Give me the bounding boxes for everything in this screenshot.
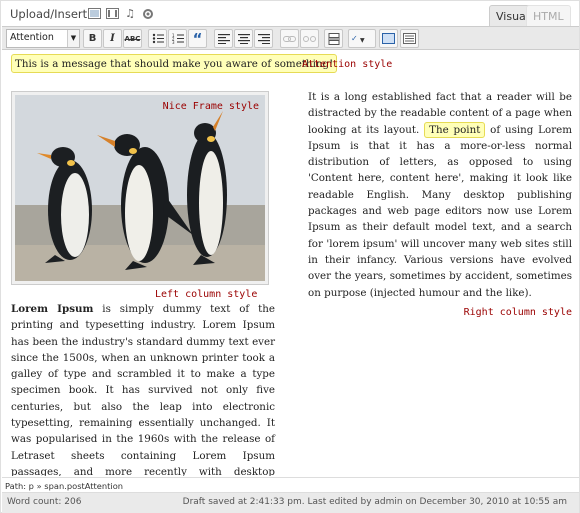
unlink-icon — [303, 35, 316, 42]
media-buttons: ♫ — [87, 7, 155, 20]
media-icon[interactable] — [141, 7, 155, 20]
editor-toolbar: Attention ▼ B I ABC 123 “ ✓ ▼ — [2, 26, 579, 50]
left-column-lead: Lorem Ipsum — [11, 303, 94, 315]
kitchen-sink-icon — [403, 33, 416, 44]
status-bar: Word count: 206 Draft saved at 2:41:33 p… — [2, 492, 579, 513]
editor-content[interactable]: This is a message that should make you a… — [2, 51, 579, 476]
left-column: Lorem Ipsum is simply dummy text of the … — [11, 301, 275, 476]
word-count: Word count: 206 — [7, 497, 82, 507]
nice-frame: Nice Frame style — [11, 91, 269, 285]
upload-insert-label: Upload/Insert — [10, 7, 88, 21]
bullet-list-button[interactable] — [148, 29, 167, 48]
insert-link-button[interactable] — [280, 29, 299, 48]
fullscreen-button[interactable] — [379, 29, 398, 48]
video-icon[interactable] — [105, 7, 119, 20]
italic-button[interactable]: I — [103, 29, 122, 48]
right-column-style-label: Right column style — [463, 306, 572, 318]
style-select[interactable]: Attention ▼ — [6, 29, 80, 48]
media-bar: Upload/Insert ♫ Visual HTML — [1, 1, 579, 26]
bullet-list-icon — [152, 33, 164, 44]
svg-text:3: 3 — [172, 40, 175, 44]
nice-frame-style-label: Nice Frame style — [162, 101, 259, 112]
right-column: It is a long established fact that a rea… — [308, 89, 572, 321]
svg-text:✓: ✓ — [351, 34, 358, 43]
align-left-icon — [217, 33, 230, 44]
path-bar: Path: p » span.postAttention — [2, 477, 579, 492]
chevron-down-icon: ▼ — [67, 30, 79, 47]
insert-more-button[interactable] — [324, 29, 343, 48]
spellcheck-button[interactable]: ✓ ▼ — [348, 29, 376, 48]
link-icon — [283, 35, 296, 42]
align-center-button[interactable] — [234, 29, 253, 48]
align-left-button[interactable] — [214, 29, 233, 48]
align-right-icon — [257, 33, 270, 44]
the-point-highlight: The point — [424, 121, 486, 138]
attention-style-label: Attention style — [302, 59, 393, 70]
numbered-list-button[interactable]: 123 — [168, 29, 187, 48]
kitchen-sink-button[interactable] — [400, 29, 419, 48]
image-icon[interactable] — [87, 7, 101, 20]
style-select-value: Attention — [10, 32, 54, 43]
audio-icon[interactable]: ♫ — [123, 7, 137, 20]
align-center-icon — [237, 33, 250, 44]
spellcheck-icon: ✓ ▼ — [351, 34, 365, 44]
left-column-text: is simply dummy text of the printing and… — [11, 303, 275, 476]
editor-frame: Upload/Insert ♫ Visual HTML Attention ▼ … — [0, 0, 580, 513]
attention-message: This is a message that should make you a… — [11, 54, 338, 73]
fullscreen-icon — [382, 33, 395, 44]
more-tag-icon — [327, 32, 340, 45]
strikethrough-button[interactable]: ABC — [123, 29, 142, 48]
unlink-button[interactable] — [300, 29, 319, 48]
right-column-text-after: of using Lorem Ipsum is that it has a mo… — [308, 123, 572, 299]
draft-saved-status: Draft saved at 2:41:33 pm. Last edited b… — [182, 497, 567, 507]
penguins-image: Nice Frame style — [15, 95, 265, 281]
blockquote-button[interactable]: “ — [188, 29, 207, 48]
numbered-list-icon: 123 — [172, 33, 184, 44]
align-right-button[interactable] — [254, 29, 273, 48]
bold-button[interactable]: B — [83, 29, 102, 48]
svg-text:▼: ▼ — [360, 37, 365, 44]
tab-html[interactable]: HTML — [526, 5, 571, 26]
penguins-illustration — [15, 95, 265, 281]
